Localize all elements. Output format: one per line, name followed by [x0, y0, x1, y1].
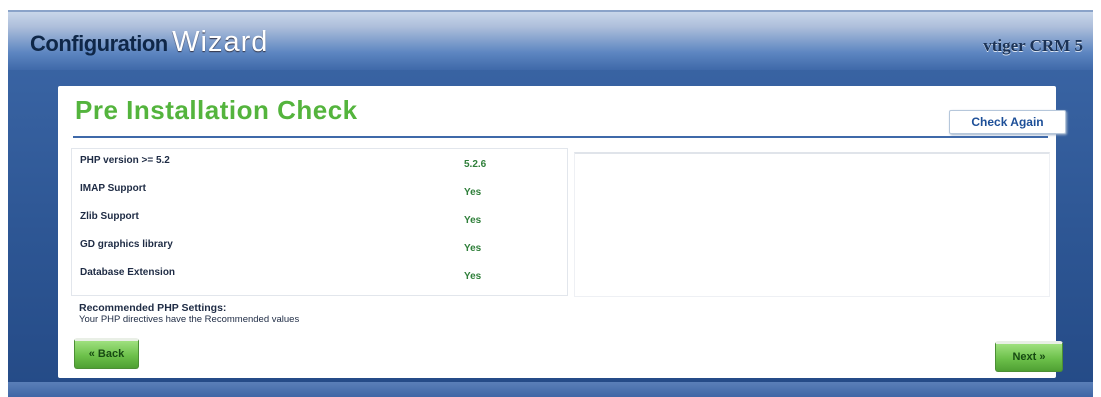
- check-label: IMAP Support: [80, 183, 146, 194]
- title-divider: [73, 136, 1048, 138]
- check-row: Database Extension Yes: [80, 267, 560, 287]
- check-value: Yes: [464, 187, 482, 198]
- content-card: Pre Installation Check Check Again PHP v…: [58, 86, 1066, 378]
- wizard-title-part1: Configuration: [30, 31, 168, 56]
- recommended-heading: Recommended PHP Settings:: [79, 302, 227, 314]
- check-label: Database Extension: [80, 267, 176, 278]
- wizard-header: Configuration Wizard vtiger CRM 5: [8, 10, 1093, 70]
- check-label: GD graphics library: [80, 239, 173, 250]
- check-value: Yes: [464, 215, 482, 226]
- check-value: Yes: [464, 271, 482, 282]
- check-again-button[interactable]: Check Again: [949, 110, 1066, 134]
- check-row: Zlib Support Yes: [80, 211, 560, 231]
- back-button[interactable]: « Back: [74, 338, 139, 369]
- product-name: vtiger CRM 5: [983, 36, 1083, 55]
- check-row: IMAP Support Yes: [80, 183, 560, 203]
- wizard-title: Configuration Wizard: [30, 26, 268, 59]
- wizard-title-part2: Wizard: [172, 26, 269, 58]
- wizard-frame: Configuration Wizard vtiger CRM 5 Pre In…: [8, 10, 1093, 397]
- check-label: PHP version >= 5.2: [80, 155, 170, 166]
- footer-bar: [8, 382, 1093, 397]
- next-button[interactable]: Next »: [995, 341, 1063, 372]
- check-value: Yes: [464, 243, 482, 254]
- check-row: GD graphics library Yes: [80, 239, 560, 259]
- recommended-settings: Recommended PHP Settings: Your PHP direc…: [79, 302, 300, 326]
- check-row: PHP version >= 5.2 5.2.6: [80, 155, 560, 175]
- details-panel: [574, 152, 1050, 297]
- checks-table: PHP version >= 5.2 5.2.6 IMAP Support Ye…: [71, 148, 568, 296]
- check-label: Zlib Support: [80, 211, 139, 222]
- recommended-message: Your PHP directives have the Recommended…: [79, 314, 300, 325]
- page-title: Pre Installation Check: [75, 95, 358, 125]
- check-value: 5.2.6: [464, 159, 487, 170]
